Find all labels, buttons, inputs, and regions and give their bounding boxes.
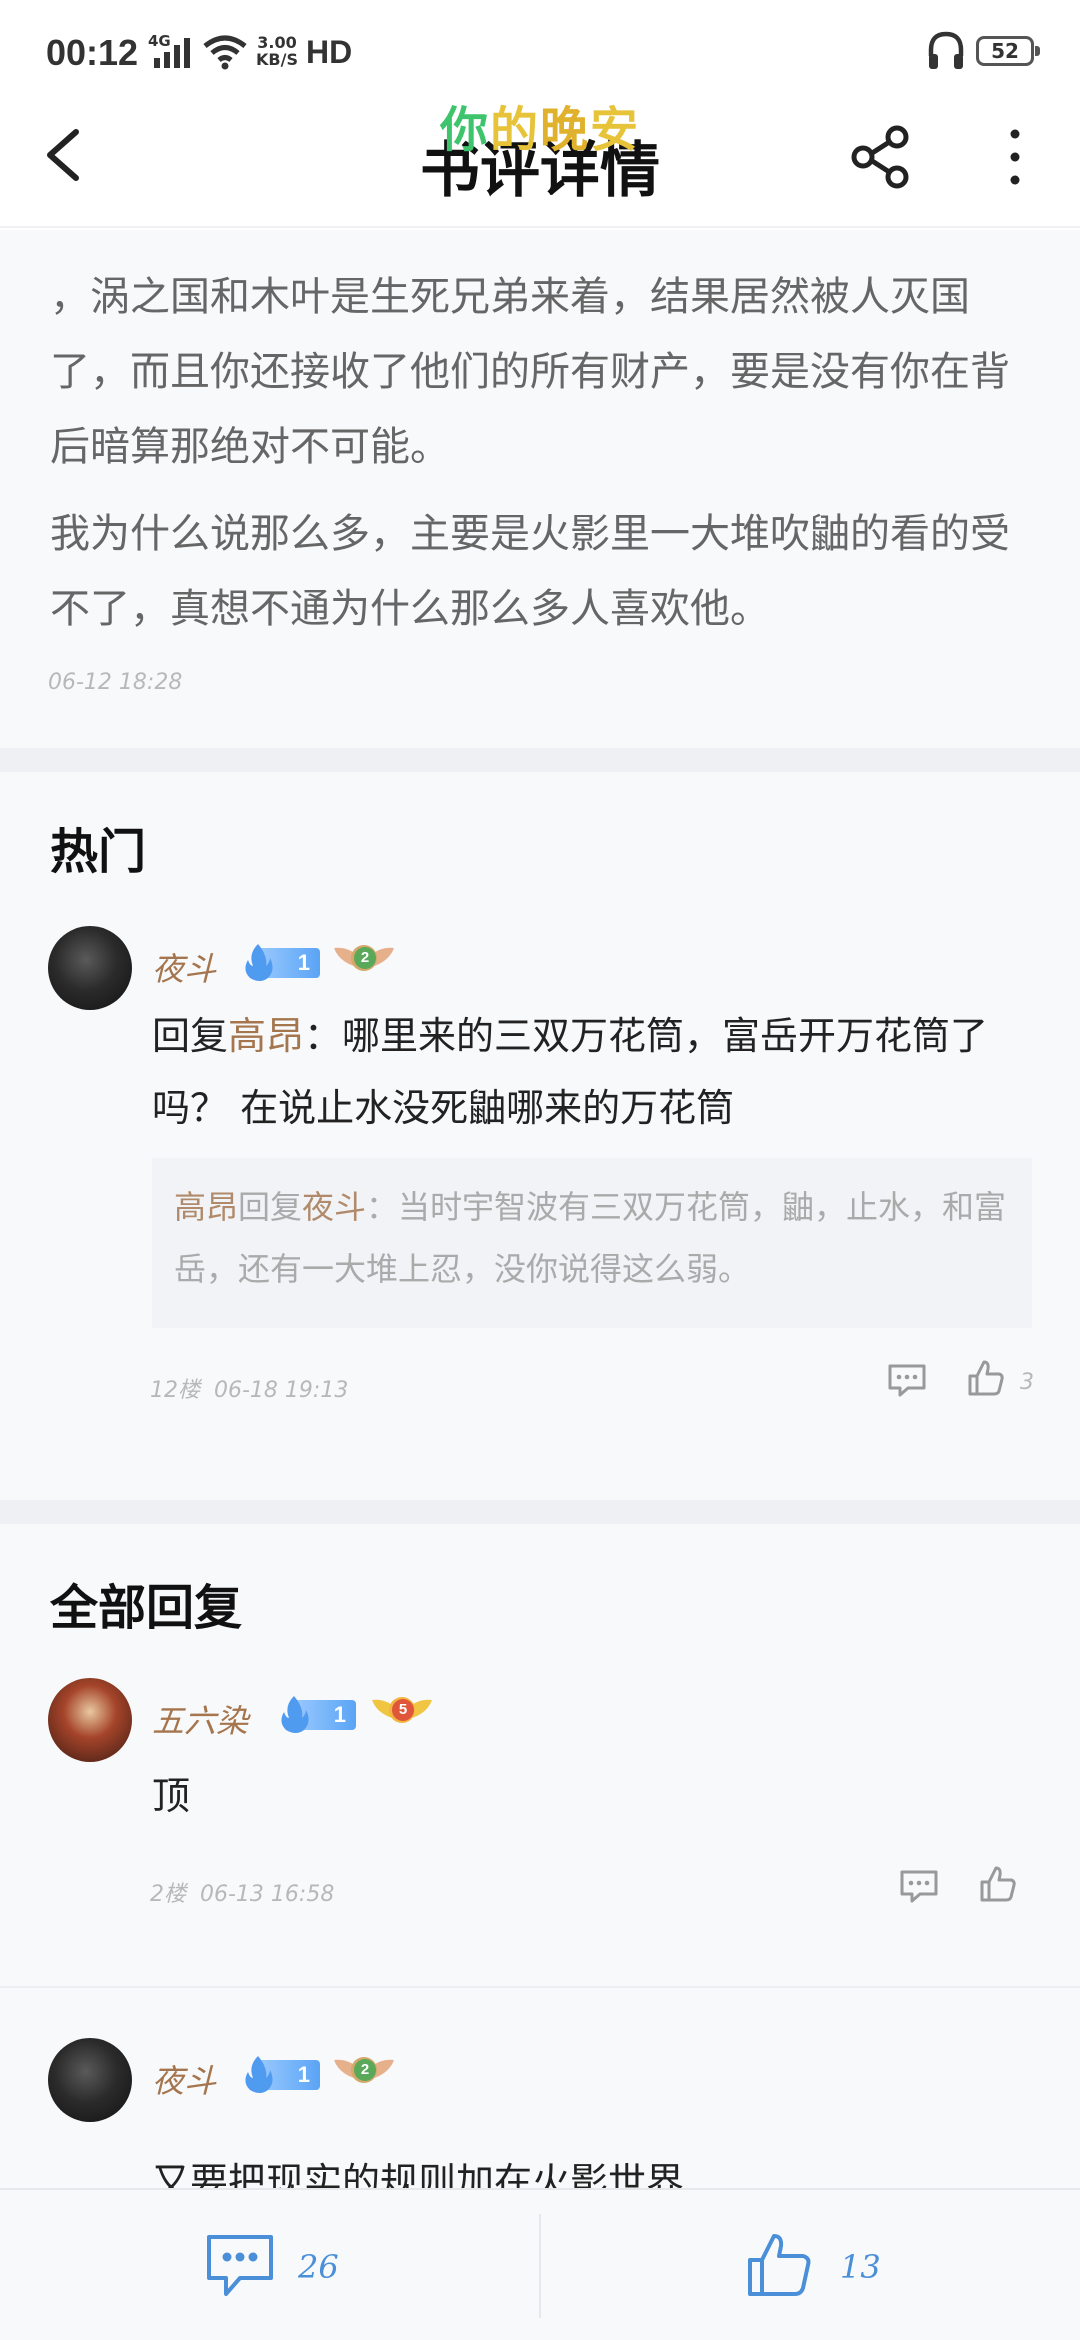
section-divider xyxy=(0,1500,1080,1524)
section-title-hot: 热门 xyxy=(50,824,147,880)
floor-number: 2楼 xyxy=(150,1882,186,1907)
hd-indicator: HD xyxy=(306,34,353,70)
watermark-text: 你的晚安 xyxy=(440,90,640,160)
watermark-char: 的 xyxy=(490,102,541,158)
thumbs-up-icon[interactable] xyxy=(744,2232,816,2300)
review-paragraph: 我为什么说那么多，主要是火影里一大堆吹鼬的看的受不了，真想不通为什么那么多人喜欢… xyxy=(50,511,1010,632)
watermark-char: 你 xyxy=(440,102,491,158)
comment-text: 又要把现实的规则加在火影世界 xyxy=(152,2160,685,2188)
review-timestamp: 06-12 18:28 xyxy=(48,670,183,695)
wifi-icon xyxy=(203,35,247,70)
review-paragraph: ，涡之国和木叶是生死兄弟来着，结果居然被人灭国了，而且你还接收了他们的所有财产，… xyxy=(50,274,1010,470)
quote-target[interactable]: 夜斗 xyxy=(302,1188,366,1226)
speed-unit: KB/S xyxy=(256,50,298,69)
fan-level-badge: 1 xyxy=(240,2054,320,2093)
bottom-action-bar: 26 13 xyxy=(0,2188,1080,2340)
row-separator xyxy=(0,1986,1080,1988)
avatar[interactable] xyxy=(48,1678,132,1762)
fan-level-badge: 1 xyxy=(240,942,320,981)
comment-meta: 12楼 06-18 19:13 xyxy=(150,1372,362,1404)
comment-icon[interactable] xyxy=(204,2232,276,2300)
comment-count: 26 xyxy=(298,2248,339,2286)
signal-icon xyxy=(154,38,190,68)
battery-indicator: 52 xyxy=(976,36,1040,66)
reply-target[interactable]: 高昂 xyxy=(228,1014,304,1058)
quote-mid: 回复 xyxy=(238,1188,303,1226)
comment-action[interactable]: 26 xyxy=(0,2190,540,2340)
section-divider xyxy=(0,748,1080,772)
watermark-char: 安 xyxy=(590,102,641,158)
status-time: 00:12 xyxy=(46,32,139,73)
section-title-all: 全部回复 xyxy=(50,1580,243,1636)
rank-badge: 2 xyxy=(332,938,396,982)
comment-meta: 2楼 06-13 16:58 xyxy=(150,1876,348,1908)
reply-item: 五六染 1 5 顶 2楼 06-13 16:58 xyxy=(0,1676,1080,1996)
reply-item: 夜斗 1 2 又要把现实的规则加在火影世界 xyxy=(0,2036,1080,2188)
rank-number: 2 xyxy=(354,947,376,969)
comment-time: 06-13 16:58 xyxy=(200,1882,335,1907)
like-icon[interactable] xyxy=(978,1864,1018,1904)
status-bar: 00:12 4G 3.00 KB/S HD 52 xyxy=(0,0,1080,100)
reply-prefix: 回复 xyxy=(152,1014,229,1058)
speed-value: 3.00 xyxy=(257,33,297,52)
flame-icon xyxy=(245,944,273,981)
comment-text: 顶 xyxy=(152,1774,191,1818)
like-count: 3 xyxy=(1020,1370,1034,1395)
quote-user[interactable]: 高昂 xyxy=(174,1188,238,1226)
all-replies-section: 全部回复 五六染 1 5 顶 2楼 06-13 16:58 夜斗 1 2 又要把… xyxy=(0,1524,1080,2188)
network-speed: 3.00 KB/S xyxy=(256,34,298,68)
review-body: ，涡之国和木叶是生死兄弟来着，结果居然被人灭国了，而且你还接收了他们的所有财产，… xyxy=(0,230,1080,748)
comment-time: 06-18 19:13 xyxy=(214,1378,349,1403)
share-icon[interactable] xyxy=(848,124,914,190)
app-header: 书评详情 你的晚安 xyxy=(0,100,1080,228)
username[interactable]: 夜斗 xyxy=(152,944,216,990)
avatar[interactable] xyxy=(48,2038,132,2122)
like-icon[interactable] xyxy=(966,1358,1006,1398)
reply-icon[interactable] xyxy=(898,1868,940,1904)
rank-badge: 2 xyxy=(332,2050,396,2094)
comment-text: 回复高昂：哪里来的三双万花筒，富岳开万花筒了吗？ 在说止水没死鼬哪来的万花筒 xyxy=(152,1000,1034,1144)
flame-icon xyxy=(281,1696,309,1733)
username[interactable]: 五六染 xyxy=(152,1696,248,1742)
like-action[interactable]: 13 xyxy=(540,2190,1080,2340)
rank-number: 2 xyxy=(354,2059,376,2081)
rank-badge: 5 xyxy=(370,1690,434,1734)
rank-number: 5 xyxy=(392,1699,414,1721)
more-options-icon[interactable] xyxy=(1000,124,1030,190)
floor-number: 12楼 xyxy=(150,1378,200,1403)
avatar[interactable] xyxy=(48,926,132,1010)
headset-icon xyxy=(928,31,964,69)
username[interactable]: 夜斗 xyxy=(152,2056,216,2102)
watermark-char: 晚 xyxy=(540,102,591,158)
hot-comment: 夜斗 1 2 回复高昂：哪里来的三双万花筒，富岳开万花筒了吗？ 在说止水没死鼬哪… xyxy=(0,922,1080,1482)
like-count: 13 xyxy=(840,2248,881,2286)
hot-section: 热门 夜斗 1 2 回复高昂：哪里来的三双万花筒，富岳开万花筒了吗？ 在说止水没… xyxy=(0,772,1080,1500)
fan-level-badge: 1 xyxy=(276,1694,356,1733)
reply-icon[interactable] xyxy=(886,1362,928,1398)
quoted-reply[interactable]: 高昂回复夜斗：当时宇智波有三双万花筒，鼬，止水，和富岳，还有一大堆上忍，没你说得… xyxy=(152,1158,1032,1328)
flame-icon xyxy=(245,2056,273,2093)
